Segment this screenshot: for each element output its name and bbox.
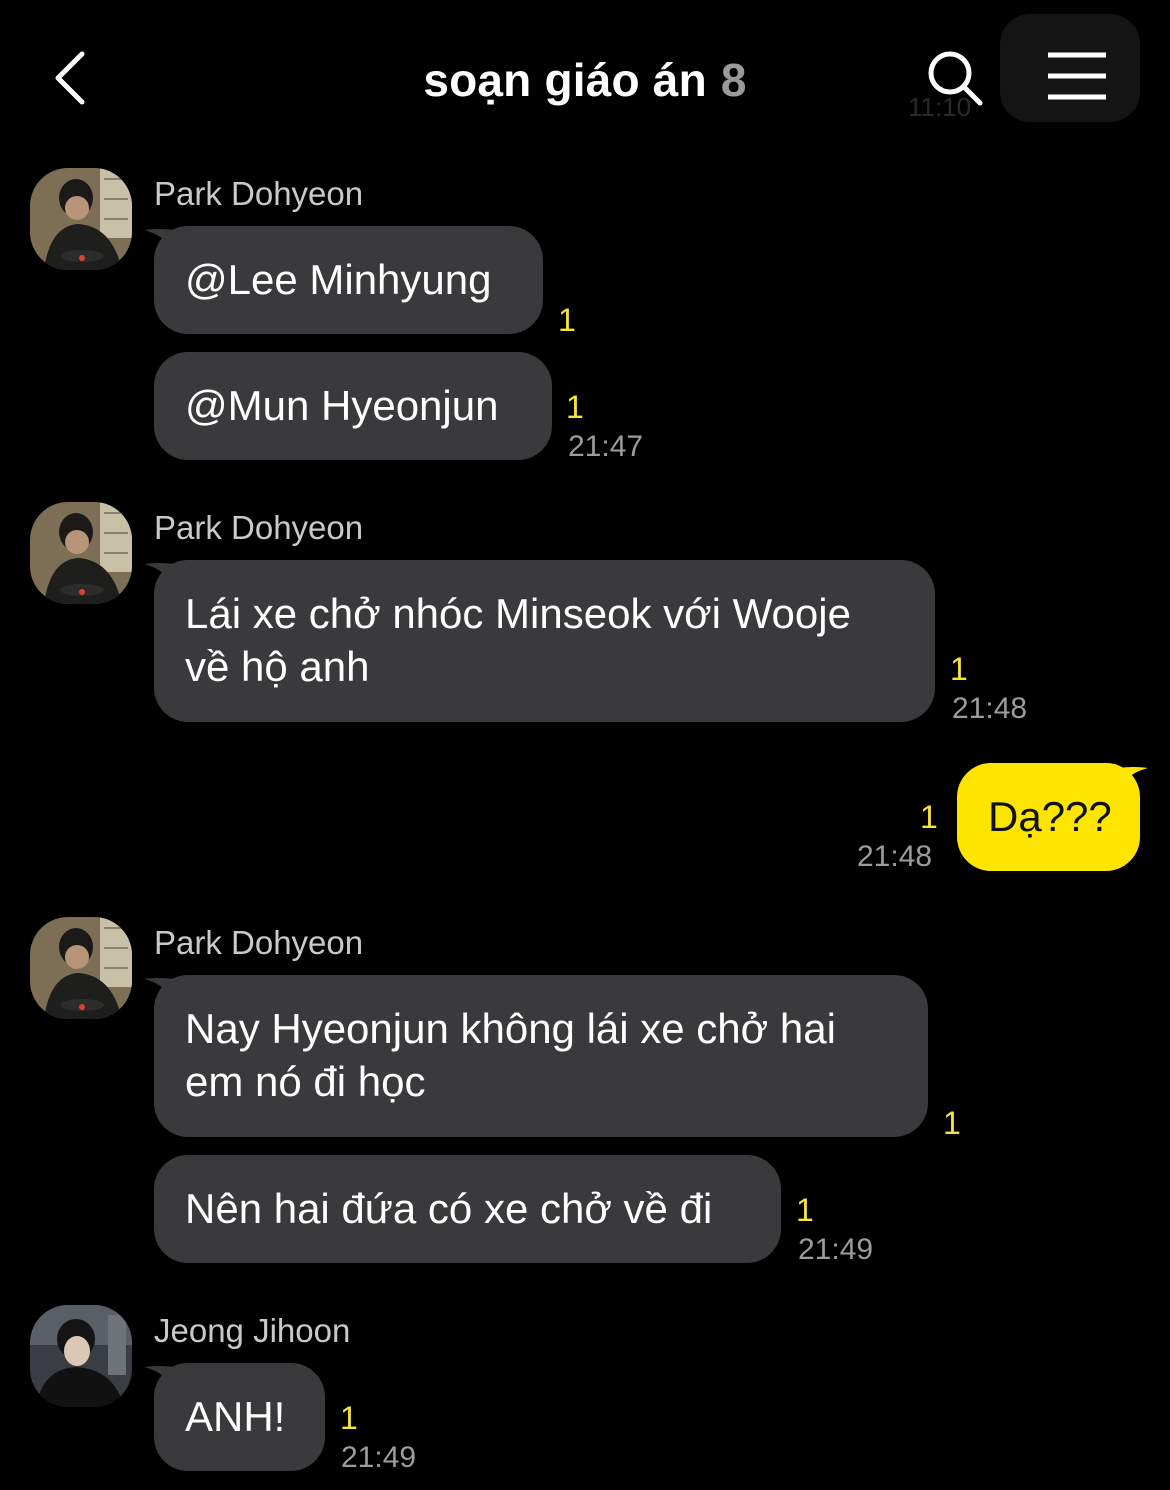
- message-time: 21:49: [798, 1233, 874, 1266]
- avatar-park-dohyeon[interactable]: [30, 917, 132, 1019]
- message-text: Nên hai đứa có xe chở về đi: [185, 1185, 713, 1232]
- message-time: 21:47: [568, 430, 644, 463]
- message-text: ANH!: [185, 1393, 286, 1440]
- message-text-line: về hộ anh: [185, 643, 370, 690]
- avatar-image: [30, 1305, 132, 1407]
- message-text-line: Lái xe chở nhóc Minseok với Wooje: [185, 590, 851, 637]
- message-text: @Mun Hyeonjun: [185, 382, 499, 429]
- message-text-line: em nó đi học: [185, 1058, 426, 1105]
- avatar-jeong-jihoon[interactable]: [30, 1305, 132, 1407]
- unread-count: 1: [920, 799, 938, 835]
- message-time: 21:48: [952, 692, 1028, 725]
- unread-count: 1: [950, 651, 968, 687]
- message-bubble[interactable]: @Mun Hyeonjun: [154, 352, 552, 460]
- hamburger-menu-icon: [1048, 52, 1106, 100]
- unread-count: 1: [558, 302, 576, 338]
- message-text-line: Nay Hyeonjun không lái xe chở hai: [185, 1005, 836, 1052]
- message-bubble[interactable]: Lái xe chở nhóc Minseok với Wooje về hộ …: [154, 560, 935, 722]
- my-message-bubble[interactable]: Dạ???: [957, 763, 1140, 871]
- avatar-park-dohyeon[interactable]: [30, 502, 132, 604]
- message-time: 21:49: [341, 1441, 417, 1474]
- member-count: 8: [720, 54, 747, 106]
- message-time: 21:48: [857, 840, 933, 873]
- message-bubble[interactable]: ANH!: [154, 1363, 325, 1471]
- unread-count: 1: [796, 1192, 814, 1228]
- message-bubble[interactable]: @Lee Minhyung: [154, 226, 543, 334]
- unread-count: 1: [566, 389, 584, 425]
- chat-title: soạn giáo án 8: [0, 52, 1170, 108]
- avatar-image: [30, 917, 132, 1019]
- sender-name: Park Dohyeon: [154, 924, 364, 961]
- chat-room-name: soạn giáo án: [423, 54, 707, 106]
- sender-name: Jeong Jihoon: [154, 1312, 351, 1349]
- avatar-image: [30, 168, 132, 270]
- avatar-image: [30, 502, 132, 604]
- avatar-park-dohyeon[interactable]: [30, 168, 132, 270]
- search-icon: [928, 51, 983, 106]
- unread-count: 1: [943, 1105, 961, 1141]
- message-text: @Lee Minhyung: [185, 256, 492, 303]
- sender-name: Park Dohyeon: [154, 509, 364, 546]
- message-bubble[interactable]: Nay Hyeonjun không lái xe chở hai em nó …: [154, 975, 928, 1137]
- unread-count: 1: [340, 1400, 358, 1436]
- search-button[interactable]: [924, 48, 986, 108]
- message-text: Dạ???: [988, 793, 1112, 840]
- message-bubble[interactable]: Nên hai đứa có xe chở về đi: [154, 1155, 781, 1263]
- sender-name: Park Dohyeon: [154, 175, 364, 212]
- menu-button[interactable]: [1046, 50, 1108, 102]
